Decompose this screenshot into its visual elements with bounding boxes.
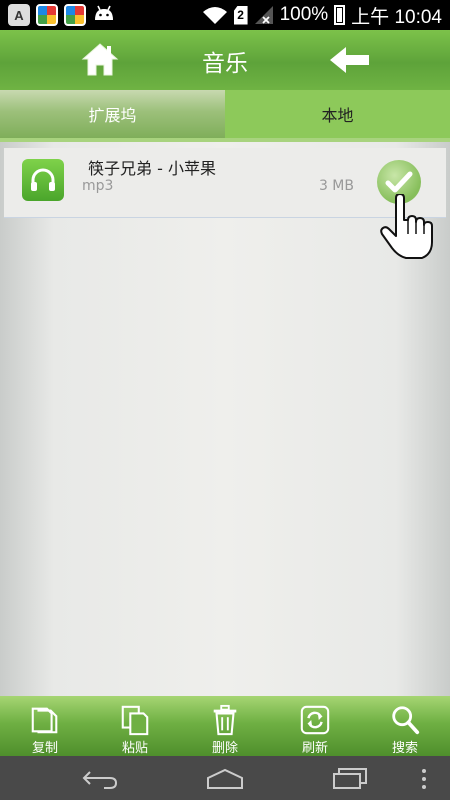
pinwheel-icon bbox=[36, 4, 58, 26]
source-tabs: 扩展坞 本地 bbox=[0, 90, 450, 138]
file-list: 筷子兄弟 - 小苹果 mp3 3 MB bbox=[0, 138, 450, 696]
refresh-icon bbox=[300, 705, 330, 735]
signal-icon bbox=[254, 6, 273, 24]
nav-recent-icon[interactable] bbox=[330, 766, 370, 790]
battery-percent: 100% bbox=[279, 4, 329, 25]
back-arrow-icon[interactable] bbox=[328, 44, 372, 76]
tab-dock[interactable]: 扩展坞 bbox=[0, 90, 225, 138]
pinwheel-icon bbox=[64, 4, 86, 26]
search-label: 搜索 bbox=[391, 741, 418, 756]
bottom-toolbar: 复制 粘贴 删除 刷新 搜索 bbox=[0, 696, 450, 756]
nav-menu-icon[interactable] bbox=[418, 768, 430, 790]
delete-label: 删除 bbox=[211, 741, 238, 756]
clock: 上午 10:04 bbox=[351, 6, 442, 28]
search-button[interactable]: 搜索 bbox=[360, 696, 450, 756]
copy-label: 复制 bbox=[31, 741, 58, 756]
file-type: mp3 bbox=[82, 178, 114, 194]
status-indicators: 2 100% 上午 10:04 bbox=[202, 2, 442, 29]
wifi-icon bbox=[202, 7, 227, 24]
battery-icon bbox=[334, 5, 346, 25]
title-bar: 音乐 bbox=[0, 30, 450, 90]
search-icon bbox=[392, 706, 420, 735]
android-icon bbox=[95, 5, 113, 20]
tab-dock-label: 扩展坞 bbox=[88, 106, 137, 125]
delete-button[interactable]: 删除 bbox=[180, 696, 270, 756]
notification-icons: A bbox=[8, 4, 116, 26]
tab-local-label: 本地 bbox=[321, 106, 354, 125]
copy-button[interactable]: 复制 bbox=[0, 696, 90, 756]
trash-icon bbox=[213, 704, 237, 736]
paste-button[interactable]: 粘贴 bbox=[90, 696, 180, 756]
nav-home-icon[interactable] bbox=[205, 768, 245, 790]
paste-label: 粘贴 bbox=[121, 741, 148, 756]
file-size: 3 MB bbox=[318, 178, 354, 194]
status-bar: A 2 100% 上午 10:04 bbox=[0, 0, 450, 30]
sim-icon: 2 bbox=[233, 5, 248, 25]
page-title: 音乐 bbox=[202, 51, 248, 77]
paste-icon bbox=[121, 705, 149, 736]
navigation-bar bbox=[0, 756, 450, 800]
headphones-icon bbox=[22, 159, 64, 201]
copy-icon bbox=[31, 707, 58, 734]
app-a-icon: A bbox=[8, 4, 30, 26]
nav-back-icon[interactable] bbox=[80, 766, 120, 790]
refresh-button[interactable]: 刷新 bbox=[270, 696, 360, 756]
refresh-label: 刷新 bbox=[301, 741, 328, 756]
tab-local[interactable]: 本地 bbox=[225, 90, 450, 138]
file-name: 筷子兄弟 - 小苹果 bbox=[88, 159, 216, 178]
hand-cursor-icon bbox=[380, 194, 433, 259]
